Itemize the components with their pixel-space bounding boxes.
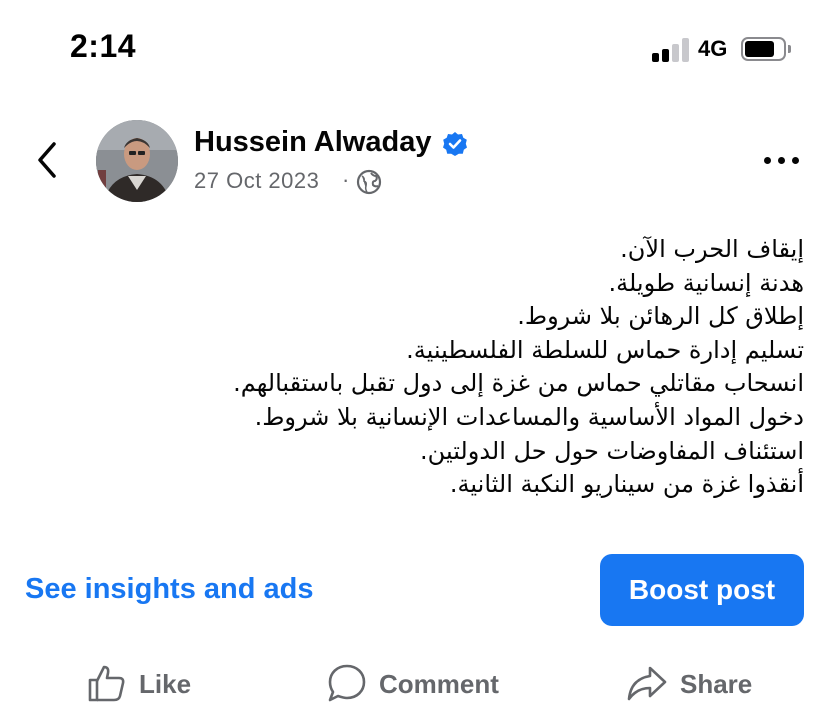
battery-icon (741, 37, 791, 61)
avatar[interactable] (96, 120, 178, 202)
share-button[interactable]: Share (626, 660, 756, 708)
network-type: 4G (698, 36, 728, 61)
globe-icon[interactable] (356, 169, 382, 195)
post-line: انسحاب مقاتلي حماس من غزة إلى دول تقبل ب… (233, 369, 804, 398)
like-label: Like (139, 669, 192, 699)
post-line: أنقذوا غزة من سيناريو النكبة الثانية. (449, 470, 804, 499)
thumbs-up-icon (88, 665, 125, 702)
comment-label: Comment (379, 669, 499, 699)
share-label: Share (680, 669, 753, 699)
post-line: تسليم إدارة حماس للسلطة الفلسطينية. (406, 335, 804, 364)
boost-post-button[interactable]: Boost post (600, 554, 804, 626)
post-line: استئناف المفاوضات حول حل الدولتين. (420, 436, 804, 465)
status-time: 2:14 (70, 28, 137, 64)
chevron-left-icon (38, 142, 56, 178)
post-date: 27 Oct 2023 (194, 168, 320, 193)
date-separator: · (342, 167, 350, 192)
status-bar: 2:14 4G (0, 0, 828, 100)
more-horizontal-icon (764, 157, 771, 164)
like-button[interactable]: Like (86, 660, 196, 708)
cellular-signal-icon (652, 36, 692, 62)
post-line: دخول المواد الأساسية والمساعدات الإنساني… (254, 402, 804, 431)
post-line: إطلاق كل الرهائن بلا شروط. (517, 302, 804, 331)
post-text: إيقاف الحرب الآن. هدنة إنسانية طويلة. إط… (100, 233, 804, 502)
share-arrow-icon (627, 666, 667, 701)
post-line: إيقاف الحرب الآن. (620, 235, 804, 263)
profile-photo (96, 120, 178, 202)
see-insights-link[interactable]: See insights and ads (25, 573, 313, 606)
post-line: هدنة إنسانية طويلة. (608, 268, 804, 297)
author-name[interactable]: Hussein Alwaday (194, 126, 431, 159)
verified-badge-icon (443, 132, 467, 156)
back-button[interactable] (26, 138, 70, 182)
more-options-button[interactable] (756, 148, 804, 172)
comment-button[interactable]: Comment (326, 660, 506, 708)
comment-bubble-icon (328, 664, 366, 702)
